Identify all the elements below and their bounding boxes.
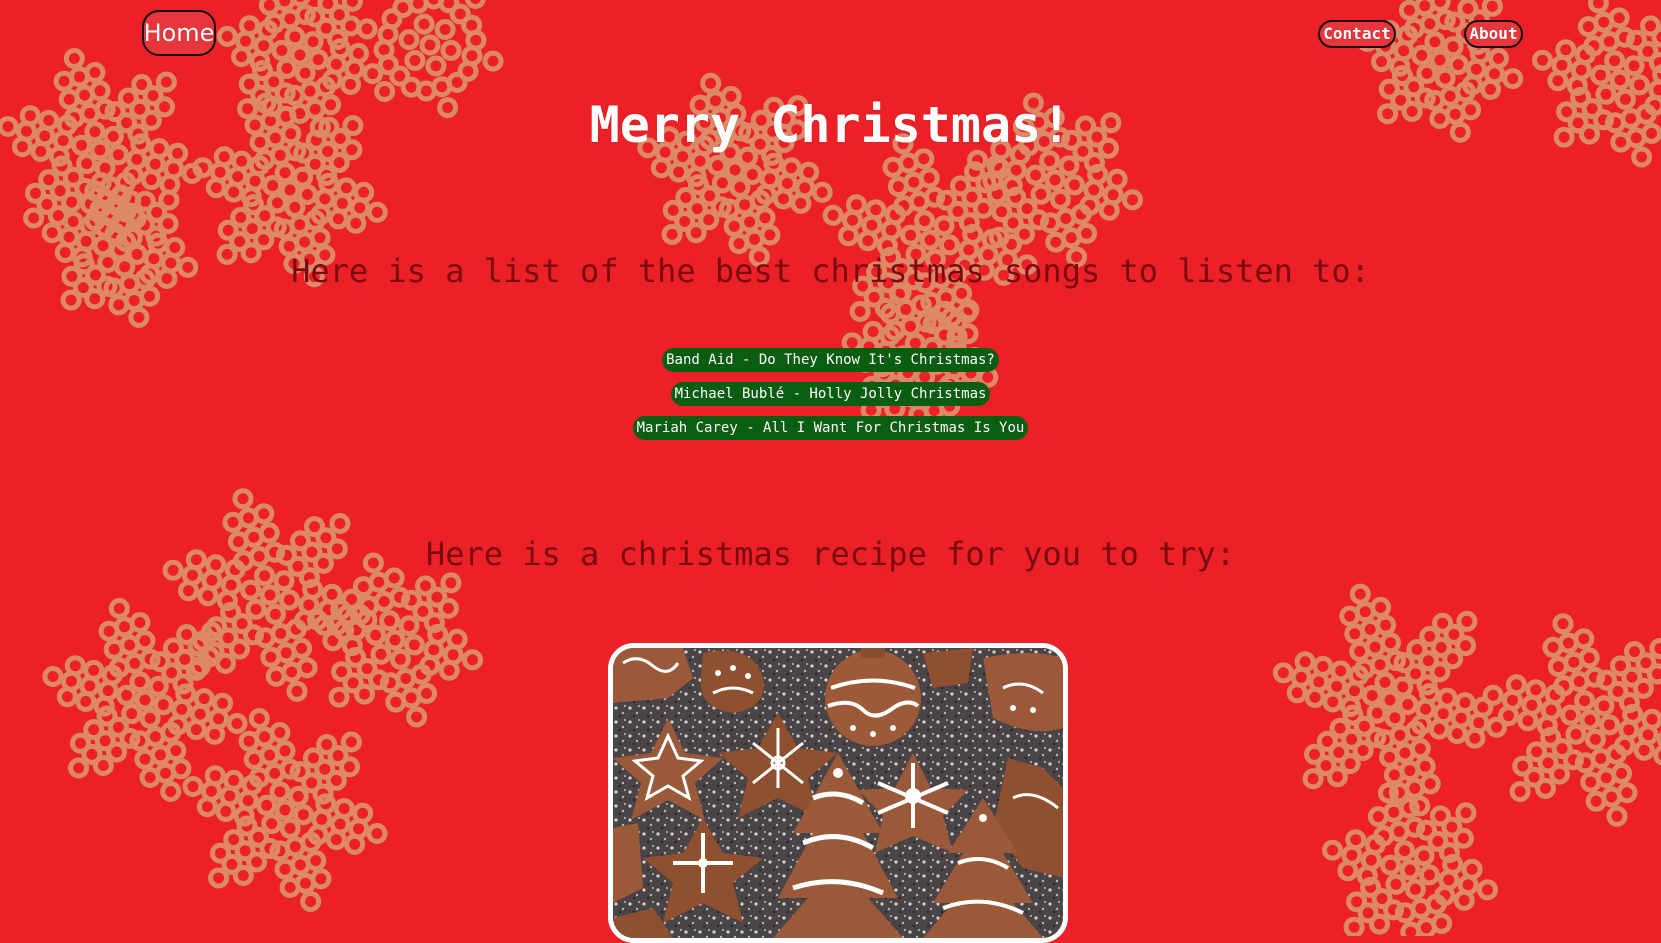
home-button[interactable]: Home [142,10,216,56]
song-list-item: Mariah Carey - All I Want For Christmas … [633,416,1029,440]
song-link-band-aid[interactable]: Band Aid - Do They Know It's Christmas? [662,348,999,372]
song-link-michael-buble[interactable]: Michael Bublé - Holly Jolly Christmas [671,382,991,406]
page-title: Merry Christmas! [0,96,1661,154]
gingerbread-cookies-image [613,648,1063,938]
recipe-heading: Here is a christmas recipe for you to tr… [0,535,1661,573]
song-list-item: Michael Bublé - Holly Jolly Christmas [671,382,991,406]
about-button[interactable]: About [1464,20,1523,48]
songs-heading: Here is a list of the best christmas son… [0,252,1661,290]
song-link-mariah-carey[interactable]: Mariah Carey - All I Want For Christmas … [633,416,1029,440]
song-list-item: Band Aid - Do They Know It's Christmas? [662,348,999,372]
contact-button[interactable]: Contact [1318,20,1396,48]
song-list: Band Aid - Do They Know It's Christmas? … [0,348,1661,440]
recipe-image[interactable] [608,643,1068,943]
